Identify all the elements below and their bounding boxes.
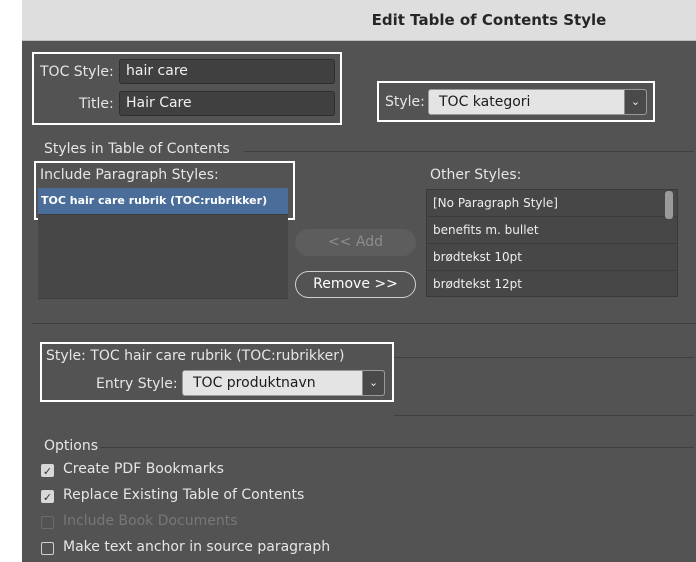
replace-existing-toc-checkbox[interactable]: ✓	[41, 490, 54, 504]
toc-style-label: TOC Style:	[40, 64, 114, 80]
title-style-label: Style:	[385, 94, 425, 110]
title-label: Title:	[79, 96, 114, 112]
include-book-documents-checkbox	[41, 516, 54, 529]
other-styles-list[interactable]: [No Paragraph Style] benefits m. bullet …	[426, 189, 678, 297]
entry-style-heading: Style: TOC hair care rubrik (TOC:rubrikk…	[46, 348, 345, 364]
include-list-bottom	[38, 298, 288, 299]
title-style-dropdown[interactable]: TOC kategori ⌄	[428, 89, 647, 115]
include-styles-list[interactable]: TOC hair care rubrik (TOC:rubrikker)	[38, 188, 288, 298]
include-book-documents-label: Include Book Documents	[63, 513, 238, 529]
styles-section-heading: Styles in Table of Contents	[44, 141, 230, 157]
style-section-divider	[394, 357, 694, 358]
title-input[interactable]: Hair Care	[119, 91, 335, 116]
options-heading: Options	[44, 438, 99, 454]
entry-style-value: TOC produktnavn	[193, 375, 316, 391]
styles-group-bottom	[32, 323, 696, 324]
make-text-anchor-checkbox[interactable]	[41, 542, 54, 555]
list-item[interactable]: benefits m. bullet	[427, 217, 677, 244]
include-styles-label: Include Paragraph Styles:	[40, 167, 219, 183]
title-bar: Edit Table of Contents Style	[22, 0, 696, 41]
other-styles-label: Other Styles:	[430, 167, 522, 183]
create-pdf-bookmarks-label: Create PDF Bookmarks	[63, 461, 224, 477]
options-divider	[100, 447, 694, 448]
chevron-down-icon: ⌄	[362, 371, 384, 395]
list-item[interactable]: [No Paragraph Style]	[427, 190, 677, 217]
other-styles-scrollbar[interactable]	[665, 191, 673, 219]
remove-button[interactable]: Remove >>	[295, 271, 416, 298]
list-item[interactable]: TOC hair care rubrik (TOC:rubrikker)	[38, 188, 288, 215]
list-item[interactable]: brødtekst 12pt	[427, 271, 677, 296]
title-style-value: TOC kategori	[439, 94, 531, 110]
list-item[interactable]: brødtekst 10pt	[427, 244, 677, 271]
add-button[interactable]: << Add	[295, 229, 416, 256]
make-text-anchor-label: Make text anchor in source paragraph	[63, 539, 331, 555]
entry-style-label: Entry Style:	[96, 376, 178, 392]
style-group-bottom	[394, 415, 694, 416]
create-pdf-bookmarks-checkbox[interactable]: ✓	[41, 464, 54, 478]
chevron-down-icon: ⌄	[624, 90, 646, 114]
replace-existing-toc-label: Replace Existing Table of Contents	[63, 487, 305, 503]
styles-section-divider	[244, 151, 694, 152]
edit-toc-style-dialog: Edit Table of Contents Style TOC Style: …	[22, 0, 696, 562]
entry-style-dropdown[interactable]: TOC produktnavn ⌄	[182, 370, 385, 396]
toc-style-input[interactable]: hair care	[119, 59, 335, 84]
window-title: Edit Table of Contents Style	[371, 11, 607, 29]
